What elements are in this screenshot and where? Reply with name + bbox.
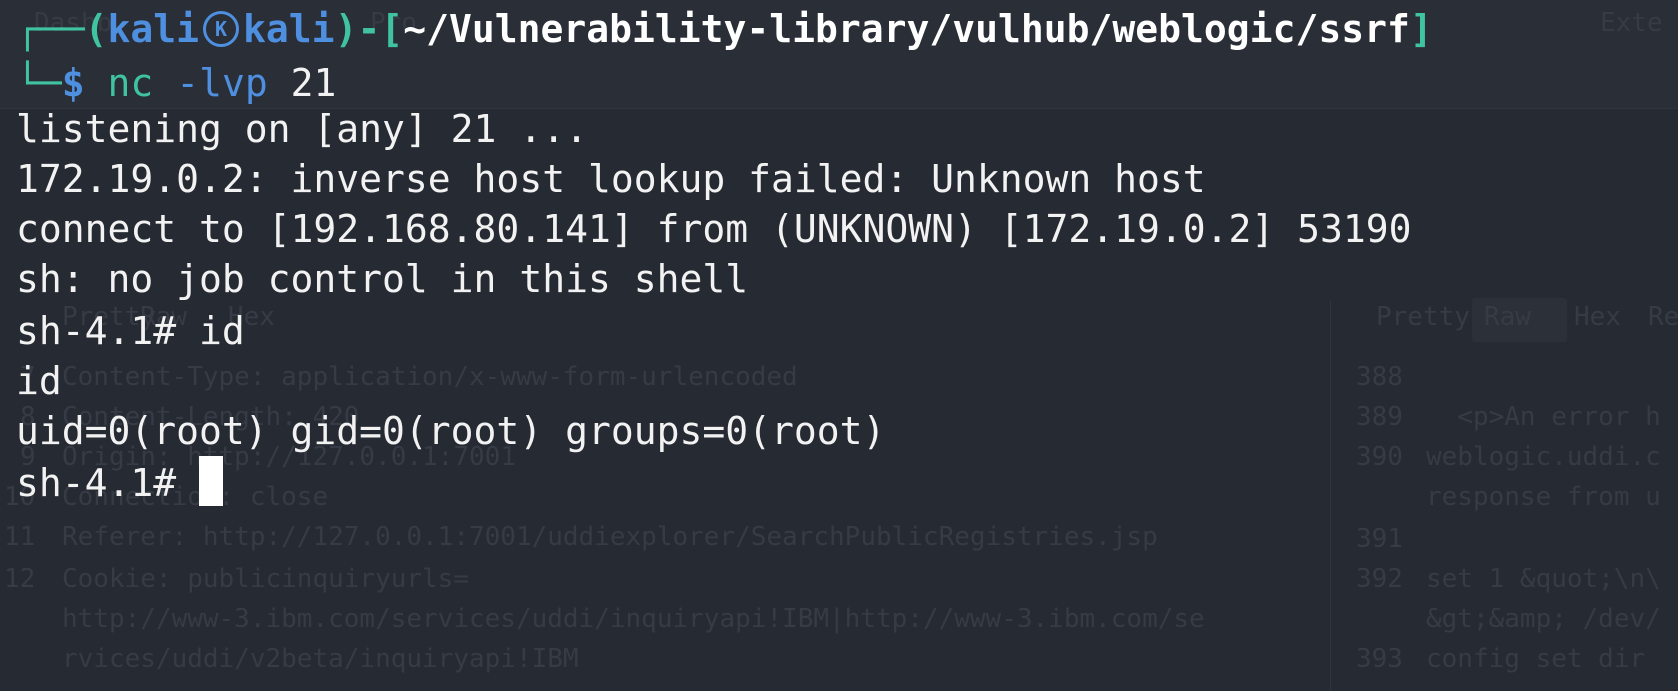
prompt-corner-top: ┌── [16,7,85,51]
shell-prompt: sh-4.1# [16,461,200,505]
output-line: sh-4.1# id [16,309,245,353]
output-line: sh: no job control in this shell [16,257,749,301]
prompt-separator: )-[ [334,7,404,51]
output-line: listening on [any] 21 ... [16,107,588,151]
output-line: 172.19.0.2: inverse host lookup failed: … [16,157,1206,201]
prompt-header: ┌──(kali Kkali)-[~/Vulnerability-library/… [16,2,1433,56]
prompt-symbol: $ [61,61,85,105]
terminal-window[interactable]: ┌──(kali Kkali)-[~/Vulnerability-library/… [0,0,1678,691]
output-line: connect to [192.168.80.141] from (UNKNOW… [16,207,1412,251]
output-line: id [16,359,62,403]
shell-input-line[interactable]: sh-4.1# [16,456,224,510]
kali-logo-icon: K [203,11,240,47]
prompt-paren-open: ( [84,7,108,51]
prompt-user: kali [107,7,200,51]
command-name: nc [107,61,154,105]
text-cursor [199,456,224,506]
command-args: -lvp [153,61,291,105]
command-port: 21 [290,61,337,105]
prompt-cwd: ~/Vulnerability-library/vulhub/weblogic/… [403,7,1410,51]
output-line: uid=0(root) gid=0(root) groups=0(root) [16,409,886,453]
prompt-host: kali [243,7,335,51]
prompt-corner-bottom: └─ [16,61,62,105]
prompt-bracket-close: ] [1409,7,1433,51]
